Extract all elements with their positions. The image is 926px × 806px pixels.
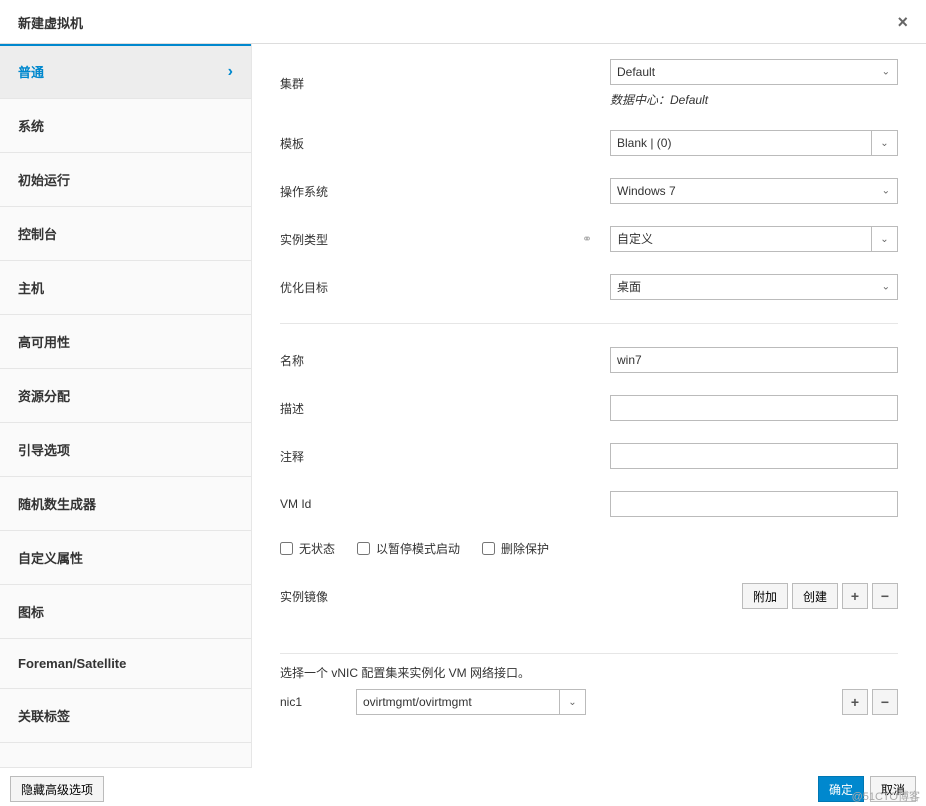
create-button[interactable]: 创建 [792,583,838,609]
nic-remove-button[interactable]: − [872,689,898,715]
optimization-label: 优化目标 [280,279,610,296]
instance-type-dropdown-button[interactable]: ⌄ [872,226,898,252]
sidebar-item-label: 自定义属性 [18,548,83,567]
form-content: 集群 Default ⌄ 数据中心：Default 模板 Blank | (0) [252,44,926,768]
instance-image-label: 实例镜像 [280,588,328,605]
instance-type-select[interactable]: 自定义 [610,226,872,252]
start-paused-checkbox-input[interactable] [357,542,370,555]
sidebar-item-initial-run[interactable]: 初始运行 [0,153,251,207]
delete-protect-checkbox-input[interactable] [482,542,495,555]
sidebar-item-label: 引导选项 [18,440,70,459]
sidebar-item-label: Foreman/Satellite [18,656,126,671]
instance-type-label: 实例类型 ⚭ [280,231,610,248]
sidebar-item-label: 主机 [18,278,44,297]
plus-icon: + [851,588,859,604]
sidebar-item-label: 系统 [18,116,44,135]
stateless-checkbox-input[interactable] [280,542,293,555]
stateless-checkbox[interactable]: 无状态 [280,540,335,557]
minus-icon: − [881,694,889,710]
chain-icon: ⚭ [582,232,590,246]
delete-protect-label: 删除保护 [501,540,549,557]
sidebar-item-label: 普通 [18,62,44,81]
vnic-select[interactable]: ovirtmgmt/ovirtmgmt [356,689,560,715]
start-paused-checkbox[interactable]: 以暂停模式启动 [357,540,460,557]
sidebar-item-custom[interactable]: 自定义属性 [0,531,251,585]
nic-label: nic1 [280,695,356,709]
plus-icon: + [851,694,859,710]
image-remove-button[interactable]: − [872,583,898,609]
sidebar-item-system[interactable]: 系统 [0,99,251,153]
vmid-label: VM Id [280,497,610,511]
divider [280,323,898,324]
vnic-hint: 选择一个 vNIC 配置集来实例化 VM 网络接口。 [280,653,898,681]
image-add-button[interactable]: + [842,583,868,609]
description-label: 描述 [280,400,610,417]
minus-icon: − [881,588,889,604]
start-paused-label: 以暂停模式启动 [376,540,460,557]
sidebar-item-label: 控制台 [18,224,57,243]
sidebar-item-label: 资源分配 [18,386,70,405]
sidebar-item-label: 图标 [18,602,44,621]
sidebar-item-label: 初始运行 [18,170,70,189]
hide-advanced-button[interactable]: 隐藏高级选项 [10,776,104,802]
cluster-select[interactable]: Default [610,59,898,85]
chevron-down-icon: ⌄ [568,697,576,708]
template-select[interactable]: Blank | (0) [610,130,872,156]
sidebar-item-ha[interactable]: 高可用性 [0,315,251,369]
sidebar-item-label: 高可用性 [18,332,70,351]
sidebar-item-general[interactable]: 普通 › [0,44,251,99]
template-version-button[interactable]: ⌄ [872,130,898,156]
comment-input[interactable] [610,443,898,469]
sidebar-item-console[interactable]: 控制台 [0,207,251,261]
sidebar-item-resource[interactable]: 资源分配 [0,369,251,423]
description-input[interactable] [610,395,898,421]
title-bar: 新建虚拟机 × [0,0,926,44]
stateless-label: 无状态 [299,540,335,557]
sidebar-item-label: 随机数生成器 [18,494,96,513]
attach-button[interactable]: 附加 [742,583,788,609]
chevron-right-icon: › [228,63,233,81]
name-input[interactable] [610,347,898,373]
watermark: @51CTO博客 [852,788,920,804]
sidebar-item-label: 关联标签 [18,706,70,725]
name-label: 名称 [280,352,610,369]
nic-add-button[interactable]: + [842,689,868,715]
vnic-dropdown-button[interactable]: ⌄ [560,689,586,715]
sidebar-item-host[interactable]: 主机 [0,261,251,315]
os-select[interactable]: Windows 7 [610,178,898,204]
close-icon[interactable]: × [897,12,908,33]
os-label: 操作系统 [280,183,610,200]
comment-label: 注释 [280,448,610,465]
sidebar-item-rng[interactable]: 随机数生成器 [0,477,251,531]
delete-protect-checkbox[interactable]: 删除保护 [482,540,549,557]
footer: 隐藏高级选项 确定 取消 [0,768,926,806]
sidebar-item-icon[interactable]: 图标 [0,585,251,639]
vmid-input[interactable] [610,491,898,517]
chevron-down-icon: ⌄ [880,234,888,245]
sidebar-item-foreman[interactable]: Foreman/Satellite [0,639,251,689]
cluster-note: 数据中心：Default [610,91,898,108]
dialog-title: 新建虚拟机 [18,13,83,32]
template-label: 模板 [280,135,610,152]
cluster-label: 集群 [280,75,610,92]
sidebar-item-boot[interactable]: 引导选项 [0,423,251,477]
chevron-down-icon: ⌄ [880,138,888,149]
sidebar-item-tags[interactable]: 关联标签 [0,689,251,743]
optimization-select[interactable]: 桌面 [610,274,898,300]
sidebar: 普通 › 系统 初始运行 控制台 主机 高可用性 资源分配 引导选项 随机数生成… [0,44,252,768]
